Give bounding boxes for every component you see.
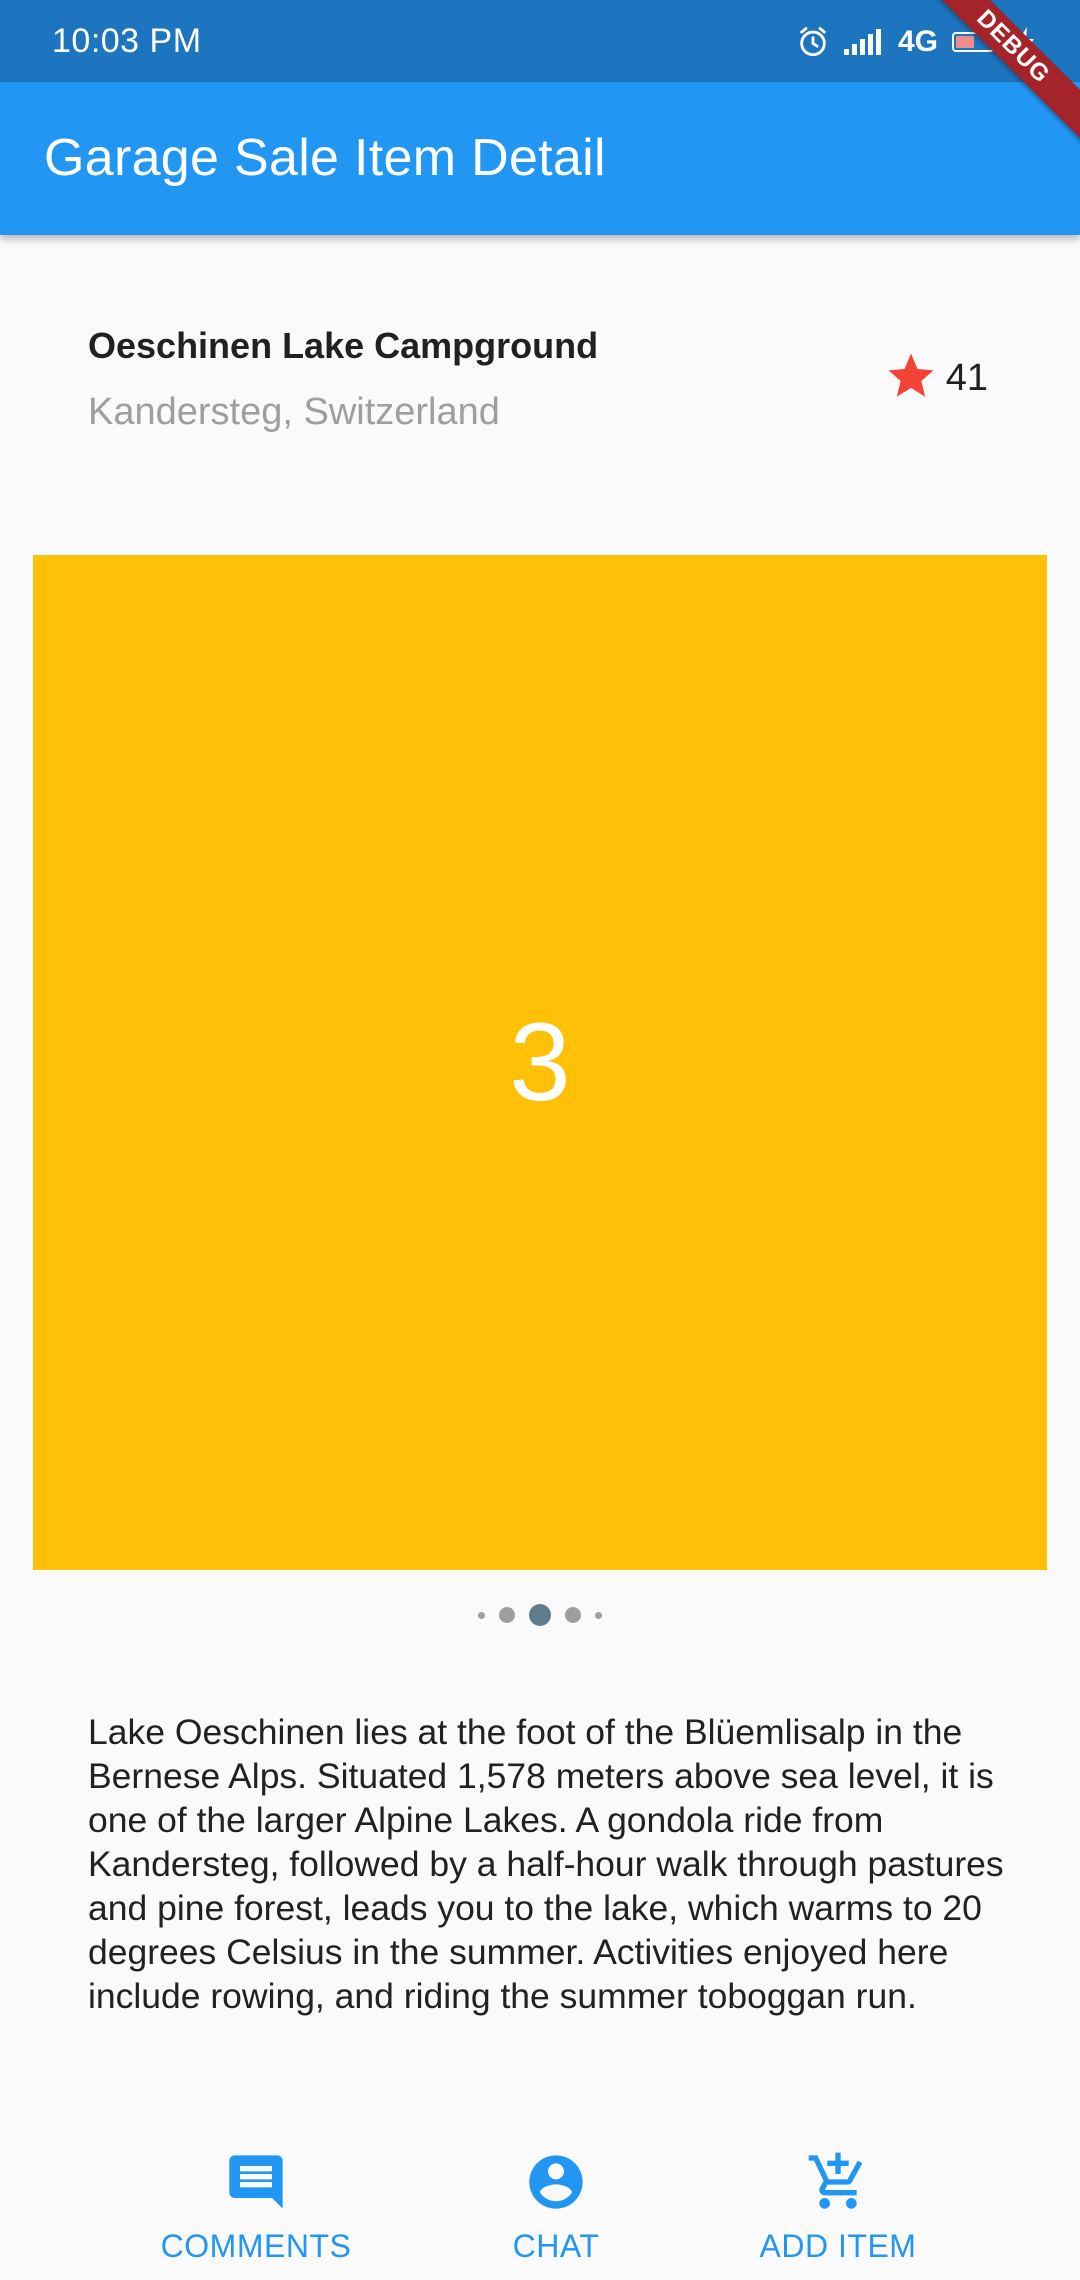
item-name: Oeschinen Lake Campground	[88, 325, 599, 366]
app-bar: Garage Sale Item Detail	[0, 82, 1080, 235]
carousel-slide[interactable]: 3	[33, 555, 1047, 1570]
network-type: 4G	[897, 25, 938, 58]
item-description: Lake Oeschinen lies at the foot of the B…	[88, 1712, 1004, 2016]
comment-icon	[126, 2150, 386, 2214]
signal-icon	[843, 27, 884, 57]
carousel-dot[interactable]	[595, 1611, 602, 1619]
account-circle-icon	[426, 2150, 686, 2214]
rating-count: 41	[945, 357, 988, 399]
chat-label: CHAT	[512, 2228, 600, 2264]
status-bar: 10:03 PM 4G	[0, 0, 1080, 82]
status-time: 10:03 PM	[52, 22, 202, 60]
comments-button[interactable]: COMMENTS	[126, 2150, 386, 2265]
item-title-section: Oeschinen Lake Campground Kandersteg, Sw…	[0, 235, 1080, 535]
page-title: Garage Sale Item Detail	[44, 129, 606, 187]
carousel-dot[interactable]	[499, 1607, 515, 1623]
action-bar: COMMENTS CHAT ADD ITEM	[0, 2150, 1080, 2280]
comments-label: COMMENTS	[160, 2228, 352, 2264]
slide-number: 3	[509, 1001, 571, 1124]
add-item-button[interactable]: ADD ITEM	[708, 2150, 968, 2265]
add-shopping-cart-icon	[708, 2150, 968, 2214]
item-location: Kandersteg, Switzerland	[88, 391, 500, 433]
rating: 41	[884, 349, 988, 408]
carousel-dot-active[interactable]	[529, 1604, 551, 1626]
carousel-dots	[0, 1597, 1080, 1633]
carousel-dot[interactable]	[565, 1607, 581, 1623]
add-item-label: ADD ITEM	[759, 2228, 917, 2264]
alarm-icon	[796, 25, 830, 59]
star-icon	[884, 349, 938, 408]
carousel-dot[interactable]	[478, 1611, 485, 1619]
chat-button[interactable]: CHAT	[426, 2150, 686, 2265]
